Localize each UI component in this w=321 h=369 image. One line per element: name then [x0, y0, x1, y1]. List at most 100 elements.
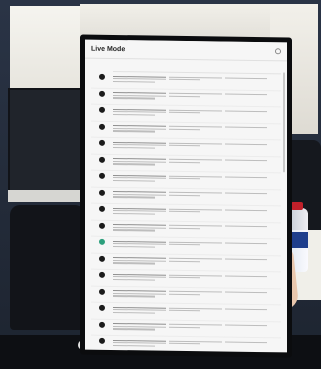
table-cell — [169, 221, 225, 230]
text-line — [225, 242, 267, 244]
text-line — [169, 340, 222, 343]
table-row[interactable] — [91, 335, 281, 353]
text-line — [169, 274, 222, 277]
table-cell — [113, 204, 169, 215]
text-line — [169, 128, 200, 131]
avatar-cell — [91, 171, 113, 179]
text-line — [169, 309, 200, 312]
avatar-cell — [91, 121, 113, 130]
avatar — [99, 73, 105, 80]
text-line — [113, 113, 155, 116]
text-line — [169, 142, 222, 145]
text-line — [113, 124, 166, 127]
text-line — [169, 307, 222, 310]
text-line — [113, 344, 155, 347]
avatar — [99, 222, 105, 229]
text-line — [113, 295, 155, 298]
text-line — [113, 240, 166, 243]
table-cell — [113, 72, 169, 83]
text-line — [113, 306, 166, 309]
avatar-cell — [91, 204, 113, 212]
text-line — [169, 224, 222, 227]
avatar — [99, 172, 105, 179]
table-cell — [225, 338, 281, 343]
table-cell — [169, 304, 225, 312]
header-controls — [275, 48, 281, 55]
text-line — [169, 92, 222, 95]
text-line — [225, 291, 267, 294]
table-cell — [113, 237, 169, 248]
scrollbar[interactable] — [283, 72, 285, 173]
text-line — [225, 275, 267, 277]
avatar-cell — [91, 336, 113, 344]
text-line — [169, 76, 222, 79]
text-line — [113, 75, 166, 78]
text-line — [113, 273, 166, 276]
text-line — [113, 163, 155, 166]
text-line — [225, 126, 267, 129]
text-line — [169, 177, 200, 180]
table-cell — [225, 140, 281, 145]
text-line — [113, 179, 155, 182]
text-line — [113, 223, 166, 226]
section-title — [91, 63, 281, 66]
table-cell — [113, 336, 169, 347]
text-line — [113, 276, 166, 279]
text-line — [113, 325, 166, 328]
settings-icon[interactable] — [275, 48, 281, 55]
table-cell — [225, 123, 281, 129]
text-line — [169, 161, 200, 164]
main-content — [85, 59, 287, 353]
text-line — [113, 146, 155, 149]
avatar-cell — [91, 303, 113, 311]
text-line — [113, 78, 166, 81]
avatar — [99, 271, 105, 278]
text-line — [169, 323, 222, 326]
table-cell — [169, 139, 225, 147]
table-cell — [113, 220, 169, 232]
text-line — [169, 342, 200, 345]
column-header — [225, 71, 281, 72]
table-cell — [169, 122, 225, 131]
table-cell — [225, 90, 281, 96]
text-line — [113, 243, 166, 246]
text-line — [113, 196, 155, 199]
avatar-cell — [91, 237, 113, 245]
table-cell — [169, 287, 225, 296]
table-cell — [113, 154, 169, 166]
text-line — [169, 257, 222, 260]
table-cell — [113, 105, 169, 116]
portrait-monitor: Live Mode — [80, 34, 292, 358]
avatar-cell — [91, 270, 113, 278]
avatar — [99, 238, 105, 245]
text-line — [169, 111, 200, 114]
text-line — [169, 210, 200, 213]
text-line — [169, 125, 222, 128]
column-header — [113, 69, 169, 70]
text-line — [113, 80, 155, 83]
table-cell — [225, 288, 281, 294]
app-title: Live Mode — [91, 45, 126, 53]
text-line — [169, 241, 222, 244]
text-line — [169, 227, 200, 230]
text-line — [169, 144, 200, 147]
text-line — [113, 97, 155, 100]
monitor-screen: Live Mode — [85, 39, 287, 353]
text-line — [113, 193, 166, 196]
avatar-cell — [91, 105, 113, 113]
text-line — [225, 192, 267, 195]
text-line — [113, 229, 155, 232]
text-line — [113, 207, 166, 210]
table-cell — [225, 206, 281, 211]
text-line — [169, 95, 200, 98]
table-cell — [169, 254, 225, 263]
table-cell — [225, 255, 281, 261]
text-line — [169, 78, 200, 81]
background-monitor — [8, 88, 88, 202]
text-line — [113, 342, 166, 345]
text-line — [169, 158, 222, 161]
text-line — [225, 308, 267, 310]
avatar — [99, 189, 105, 196]
text-line — [169, 109, 222, 112]
table-cell — [113, 138, 169, 149]
